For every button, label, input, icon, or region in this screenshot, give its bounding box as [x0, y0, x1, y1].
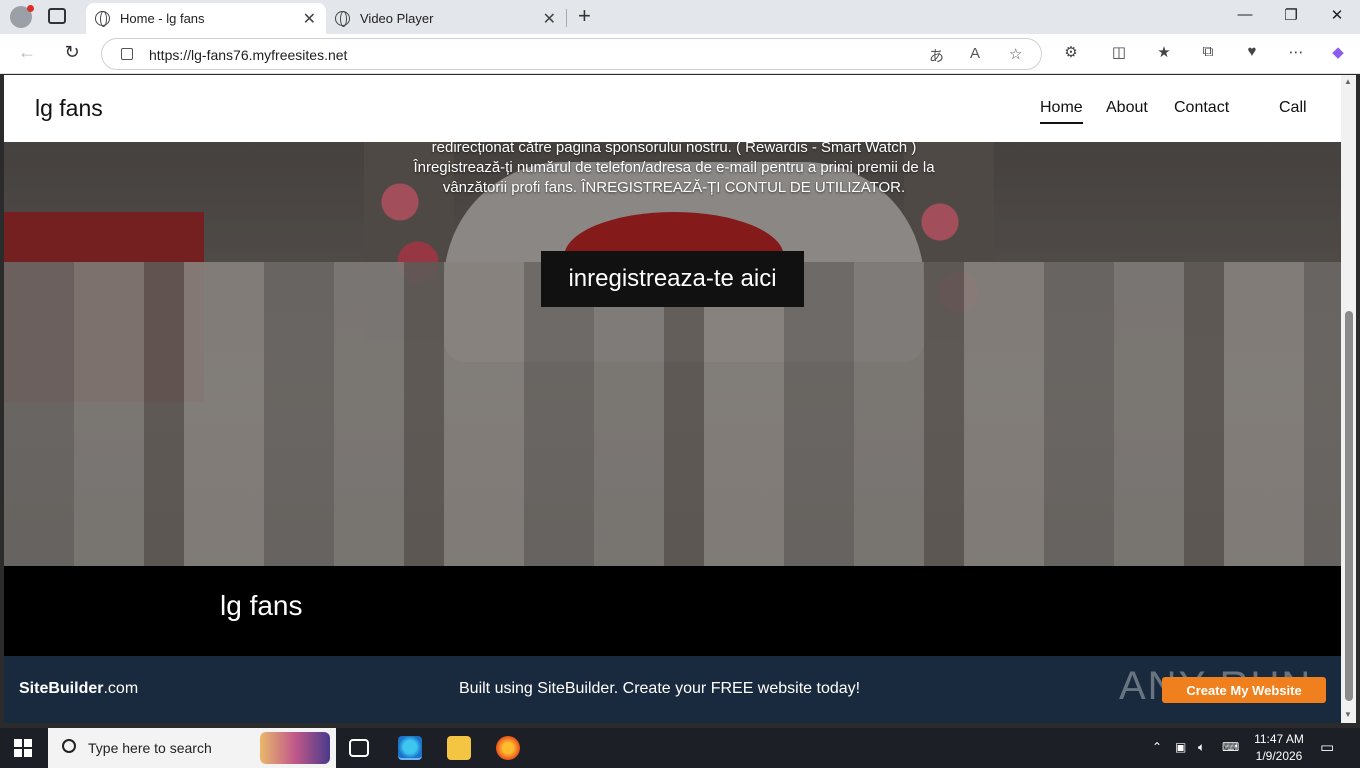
read-aloud-icon[interactable]: A: [970, 45, 980, 62]
show-hidden-icons[interactable]: ⌃: [1152, 740, 1162, 754]
site-logo[interactable]: lg fans: [35, 95, 103, 122]
windows-taskbar: Type here to search ⌃ ▣ 🔈︎ ⌨︎ 11:47 AM 1…: [0, 728, 1360, 768]
ime-icon[interactable]: ⌨︎: [1222, 740, 1239, 754]
extensions-icon[interactable]: ⚙: [1060, 43, 1082, 61]
tab-title: Home - lg fans: [120, 11, 205, 26]
collections-icon[interactable]: ⧉: [1197, 43, 1219, 60]
url-text[interactable]: https://lg-fans76.myfreesites.net: [149, 47, 347, 63]
file-explorer-icon[interactable]: [447, 736, 471, 760]
volume-icon[interactable]: 🔈︎: [1198, 740, 1205, 755]
taskbar-search[interactable]: Type here to search: [48, 728, 336, 768]
sitebuilder-logo[interactable]: SiteBuilder.com: [19, 680, 138, 698]
notification-dot-icon: [27, 5, 34, 12]
clock-date: 1/9/2026: [1255, 749, 1303, 763]
tab-home-lg-fans[interactable]: Home - lg fans ✕: [86, 3, 326, 34]
search-icon: [62, 739, 76, 753]
hero-overlay: [4, 142, 1341, 566]
close-window-icon[interactable]: ✕: [1327, 6, 1347, 24]
tab-close-icon[interactable]: ✕: [543, 9, 556, 29]
sitebuilder-bar: SiteBuilder.com Built using SiteBuilder.…: [4, 656, 1341, 723]
clock-time: 11:47 AM: [1254, 732, 1304, 746]
taskbar-clock[interactable]: 11:47 AM 1/9/2026: [1250, 731, 1308, 765]
favorites-icon[interactable]: ★: [1153, 43, 1175, 61]
globe-icon: [335, 11, 350, 27]
footer-site-name: lg fans: [220, 590, 303, 621]
address-bar[interactable]: https://lg-fans76.myfreesites.net あ A ☆: [101, 38, 1042, 70]
scroll-up-icon[interactable]: ▲: [1344, 77, 1352, 86]
new-tab-icon[interactable]: +: [578, 3, 591, 29]
split-screen-icon[interactable]: ◫: [1108, 43, 1130, 61]
sitebuilder-logo-bold: SiteBuilder: [19, 680, 104, 697]
browser-toolbar: ← ↻ https://lg-fans76.myfreesites.net あ …: [0, 34, 1360, 74]
page-viewport: lg fans Home About Contact Call redirecț…: [4, 75, 1341, 723]
firefox-icon[interactable]: [496, 736, 520, 760]
restore-icon[interactable]: ❐: [1281, 6, 1301, 24]
footer-band: lg fans: [4, 566, 1341, 656]
translate-icon[interactable]: あ: [929, 45, 944, 66]
page-scrollbar[interactable]: ▲ ▼: [1341, 75, 1356, 723]
search-highlight-image: [260, 732, 330, 764]
tab-close-icon[interactable]: ✕: [303, 9, 316, 29]
create-website-button[interactable]: Create My Website: [1162, 677, 1326, 703]
minimize-icon[interactable]: —: [1235, 6, 1255, 23]
register-button[interactable]: inregistreaza-te aici: [541, 251, 804, 307]
sitebuilder-logo-thin: .com: [103, 680, 139, 697]
browser-tab-strip: Home - lg fans ✕ Video Player ✕ + — ❐ ✕: [0, 0, 1360, 34]
network-icon[interactable]: ▣: [1175, 740, 1186, 754]
refresh-icon[interactable]: ↻: [60, 42, 84, 63]
nav-home[interactable]: Home: [1040, 99, 1083, 124]
tab-separator: [566, 9, 567, 27]
search-placeholder: Type here to search: [88, 740, 212, 756]
site-header: lg fans Home About Contact Call: [4, 75, 1341, 142]
notifications-icon[interactable]: ▭: [1320, 738, 1334, 756]
browser-essentials-icon[interactable]: ♥: [1241, 43, 1263, 60]
copilot-icon[interactable]: ◆: [1327, 43, 1349, 61]
hero-text: redirecționat către pagina sponsorului n…: [413, 142, 935, 196]
nav-call[interactable]: Call: [1279, 99, 1307, 117]
globe-icon: [95, 11, 110, 27]
back-icon[interactable]: ←: [15, 42, 39, 63]
tab-actions-icon[interactable]: [48, 8, 66, 24]
task-view-icon[interactable]: [349, 739, 369, 757]
nav-contact[interactable]: Contact: [1174, 99, 1229, 117]
tab-video-player[interactable]: Video Player ✕: [326, 3, 566, 34]
tab-title: Video Player: [360, 11, 434, 26]
favorite-star-icon[interactable]: ☆: [1009, 45, 1022, 63]
settings-more-icon[interactable]: ⋯: [1285, 43, 1307, 61]
lock-icon[interactable]: [121, 48, 133, 60]
start-windows-icon[interactable]: [14, 739, 32, 757]
scroll-down-icon[interactable]: ▼: [1344, 710, 1352, 719]
edge-browser-icon[interactable]: [398, 736, 422, 760]
nav-about[interactable]: About: [1106, 99, 1148, 117]
scrollbar-thumb[interactable]: [1345, 311, 1353, 701]
sitebuilder-promo-text[interactable]: Built using SiteBuilder. Create your FRE…: [459, 680, 860, 698]
hero-section: redirecționat către pagina sponsorului n…: [4, 142, 1341, 566]
